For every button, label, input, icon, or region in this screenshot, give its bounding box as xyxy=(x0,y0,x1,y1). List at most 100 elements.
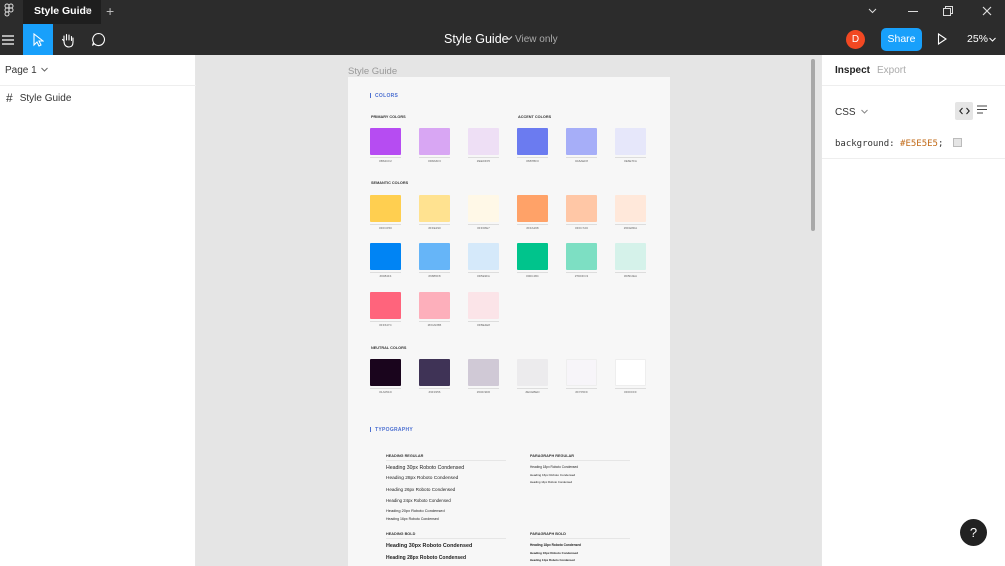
color-swatch[interactable] xyxy=(419,128,450,155)
canvas-scrollbar[interactable] xyxy=(811,59,815,231)
color-swatch[interactable] xyxy=(468,195,499,222)
css-semicolon: ; xyxy=(937,139,944,149)
help-button[interactable]: ? xyxy=(960,519,987,546)
color-swatch[interactable] xyxy=(615,243,646,270)
type-sample: Heading 28px Roboto Condensed xyxy=(386,555,467,561)
code-language-label: CSS xyxy=(835,107,856,118)
color-swatch[interactable] xyxy=(517,128,548,155)
color-swatch[interactable] xyxy=(468,292,499,319)
css-code-line[interactable]: background: #E5E5E5; xyxy=(835,138,962,149)
tab-inspect[interactable]: Inspect xyxy=(835,65,870,76)
close-tab-icon[interactable]: × xyxy=(85,5,91,17)
chevron-down-icon xyxy=(41,67,49,72)
type-sample: Heading 20px Roboto Condensed xyxy=(386,508,445,513)
color-swatch[interactable] xyxy=(566,243,597,270)
color-swatch[interactable] xyxy=(566,128,597,155)
chevron-down-icon[interactable] xyxy=(868,6,877,15)
hand-tool-button[interactable] xyxy=(53,24,83,55)
layer-frame-item[interactable]: # Style Guide xyxy=(6,91,71,105)
code-view-button[interactable] xyxy=(955,102,973,120)
color-swatch[interactable] xyxy=(517,195,548,222)
swatch-hex-label: #66B5F8 xyxy=(428,274,441,278)
figma-logo-icon[interactable] xyxy=(2,3,16,19)
code-language-select[interactable]: CSS xyxy=(835,107,869,118)
restore-icon[interactable] xyxy=(943,6,953,16)
color-swatch[interactable] xyxy=(566,359,597,386)
swatch-hex-label: #1A051D xyxy=(379,390,392,394)
swatch-hex-label: #6B7BF0 xyxy=(526,159,539,163)
swatch-divider xyxy=(566,157,597,158)
swatch-divider xyxy=(566,272,597,273)
swatch-divider xyxy=(468,388,499,389)
swatch-divider xyxy=(419,224,450,225)
zoom-chevron-icon[interactable] xyxy=(989,36,996,43)
tab-export[interactable]: Export xyxy=(877,65,906,76)
page-selector[interactable]: Page 1 xyxy=(5,65,49,76)
type-sample: Heading 14px Roboto Condensed xyxy=(530,480,573,484)
section-accent-bar xyxy=(370,427,371,432)
close-window-icon[interactable] xyxy=(982,6,992,16)
swatch-divider xyxy=(419,157,450,158)
color-swatch[interactable] xyxy=(615,359,646,386)
color-swatch[interactable] xyxy=(468,359,499,386)
rule xyxy=(530,538,630,539)
color-swatch[interactable] xyxy=(615,128,646,155)
color-swatch[interactable] xyxy=(419,195,450,222)
css-property: background: xyxy=(835,139,895,149)
share-button[interactable]: Share xyxy=(881,28,922,51)
swatch-divider xyxy=(370,388,401,389)
swatch-divider xyxy=(517,272,548,273)
type-sample: Heading 30px Roboto Condensed xyxy=(386,543,473,549)
color-swatch[interactable] xyxy=(419,292,450,319)
main-menu-button[interactable] xyxy=(0,24,23,55)
css-value: #E5E5E5 xyxy=(900,139,938,149)
style-guide-artboard[interactable]: COLORS PRIMARY COLORS ACCENT COLORS SEMA… xyxy=(348,77,670,566)
file-tab[interactable]: Style Guide × xyxy=(23,0,101,24)
color-swatch[interactable] xyxy=(370,359,401,386)
colors-section-title: COLORS xyxy=(375,93,399,99)
comment-tool-button[interactable] xyxy=(83,24,113,55)
swatch-hex-label: #FFFFFF xyxy=(624,390,637,394)
swatch-divider xyxy=(468,157,499,158)
color-swatch[interactable] xyxy=(566,195,597,222)
swatch-divider xyxy=(517,157,548,158)
swatch-divider xyxy=(566,388,597,389)
frame-label[interactable]: Style Guide xyxy=(348,66,397,77)
color-swatch[interactable] xyxy=(370,195,401,222)
color-chip xyxy=(952,138,962,147)
minimize-icon[interactable] xyxy=(908,11,918,13)
move-tool-button[interactable] xyxy=(23,24,53,55)
color-swatch[interactable] xyxy=(517,243,548,270)
zoom-level[interactable]: 25% xyxy=(967,33,988,45)
section-accent-bar xyxy=(370,93,371,98)
swatch-divider xyxy=(468,321,499,322)
color-swatch[interactable] xyxy=(468,243,499,270)
cursor-icon xyxy=(33,32,44,47)
color-swatch[interactable] xyxy=(419,243,450,270)
color-swatch[interactable] xyxy=(615,195,646,222)
swatch-hex-label: #D5F2EA xyxy=(623,274,637,278)
color-swatch[interactable] xyxy=(370,243,401,270)
accent-colors-label: ACCENT COLORS xyxy=(518,115,552,119)
color-swatch[interactable] xyxy=(517,359,548,386)
new-tab-button[interactable]: + xyxy=(106,3,114,19)
canvas[interactable]: Style Guide COLORS PRIMARY COLORS ACCENT… xyxy=(196,55,821,566)
swatch-hex-label: #F7F5F9 xyxy=(575,390,588,394)
chevron-down-icon[interactable] xyxy=(505,34,513,42)
user-avatar[interactable]: D xyxy=(846,30,865,49)
frame-hash-icon: # xyxy=(6,91,13,105)
list-view-icon[interactable] xyxy=(977,105,987,114)
color-swatch[interactable] xyxy=(468,128,499,155)
swatch-hex-label: #FFE290 xyxy=(428,226,441,230)
swatch-hex-label: #E6E7FA xyxy=(624,159,637,163)
swatch-divider xyxy=(370,272,401,273)
color-swatch[interactable] xyxy=(419,359,450,386)
swatch-hex-label: #FDAFBB xyxy=(427,323,442,327)
type-sample: Heading 26px Roboto Condensed xyxy=(386,487,456,492)
file-name[interactable]: Style Guide xyxy=(444,32,509,46)
color-swatch[interactable] xyxy=(370,292,401,319)
color-swatch[interactable] xyxy=(370,128,401,155)
swatch-divider xyxy=(615,388,646,389)
present-play-icon[interactable] xyxy=(937,33,947,45)
swatch-divider xyxy=(468,272,499,273)
